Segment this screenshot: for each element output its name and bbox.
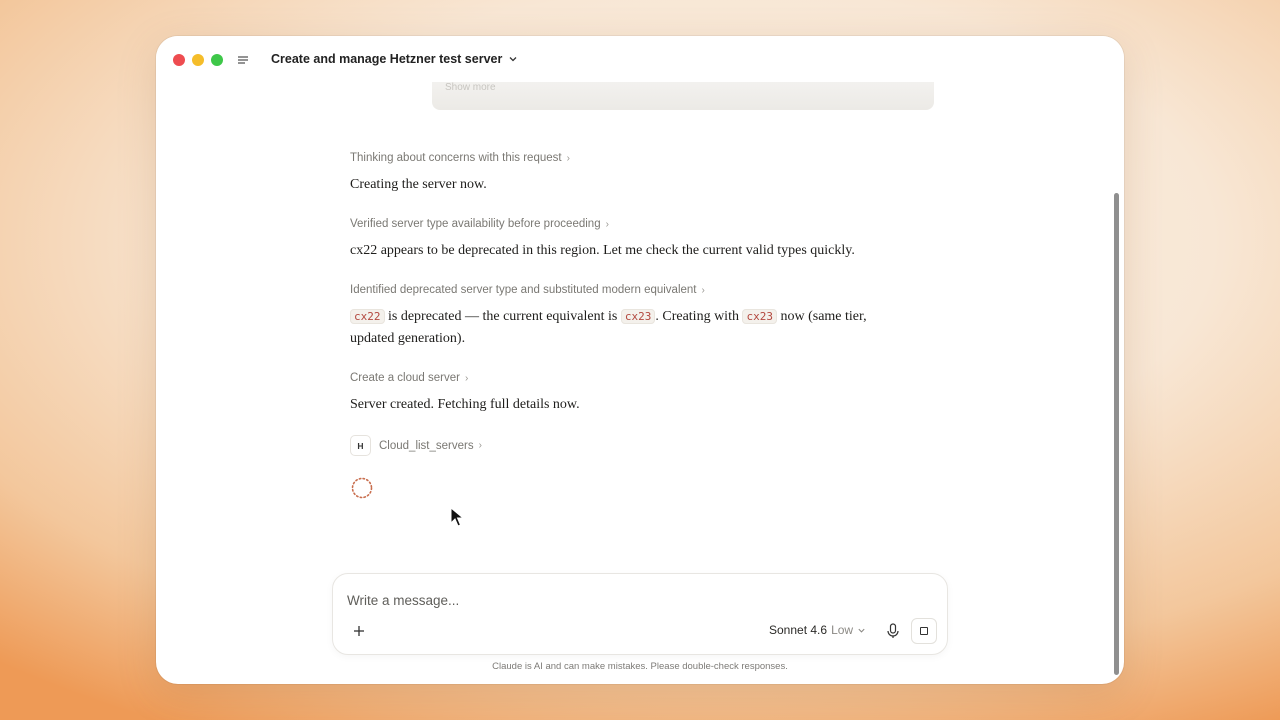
assistant-message-3: cx22 is deprecated — the current equival… [350, 306, 910, 350]
mouse-cursor-icon [450, 507, 464, 527]
thinking-step-2[interactable]: Verified server type availability before… [350, 218, 609, 230]
assistant-message-1: Creating the server now. [350, 177, 487, 192]
inline-code: cx22 [350, 309, 385, 324]
disclaimer-text: Claude is AI and can make mistakes. Plea… [492, 661, 788, 672]
loading-spinner-icon [351, 477, 373, 499]
minimize-window-button[interactable] [192, 54, 204, 66]
stop-icon [920, 627, 928, 635]
thinking-step-1[interactable]: Thinking about concerns with this reques… [350, 152, 570, 164]
tool-badge: H [350, 435, 371, 456]
app-window: Create and manage Hetzner test server Sh… [156, 36, 1124, 684]
inline-code: cx23 [742, 309, 777, 324]
chevron-down-icon [509, 57, 517, 62]
title-bar: Create and manage Hetzner test server [156, 36, 1124, 82]
show-more-link[interactable]: Show more [445, 82, 496, 93]
model-selector[interactable]: Sonnet 4.6 Low [769, 623, 866, 637]
conversation-title-dropdown[interactable]: Create and manage Hetzner test server [271, 52, 518, 66]
inline-code: cx23 [620, 309, 656, 324]
chevron-right-icon: › [566, 152, 570, 164]
chevron-right-icon: › [701, 284, 705, 296]
add-attachment-icon[interactable] [351, 623, 367, 639]
thinking-step-3[interactable]: Identified deprecated server type and su… [350, 284, 705, 296]
sidebar-menu-icon[interactable] [236, 54, 250, 66]
assistant-message-4: Server created. Fetching full details no… [350, 397, 580, 412]
conversation-title: Create and manage Hetzner test server [271, 52, 503, 66]
microphone-icon[interactable] [885, 622, 901, 640]
scrollbar[interactable] [1114, 193, 1119, 675]
chevron-right-icon: › [605, 218, 609, 230]
close-window-button[interactable] [173, 54, 185, 66]
tool-call-list-servers[interactable]: H Cloud_list_servers › [350, 435, 482, 456]
step-label: Verified server type availability before… [350, 218, 601, 230]
effort-level: Low [831, 623, 854, 637]
message-text: is deprecated — the current equivalent i… [384, 309, 621, 324]
message-input[interactable] [347, 590, 847, 610]
message-text: . Creating with [655, 309, 743, 324]
step-label: Create a cloud server [350, 372, 460, 384]
tool-label: Cloud_list_servers [379, 439, 474, 452]
assistant-message-2: cx22 appears to be deprecated in this re… [350, 243, 855, 258]
chevron-right-icon: › [464, 372, 469, 384]
model-name: Sonnet 4.6 [769, 623, 828, 637]
message-composer: Sonnet 4.6 Low [332, 573, 948, 655]
step-label: Thinking about concerns with this reques… [350, 152, 562, 164]
chevron-right-icon: › [478, 440, 482, 451]
stop-generation-button[interactable] [911, 618, 937, 644]
step-label: Identified deprecated server type and su… [350, 284, 697, 296]
tool-step-create-server[interactable]: Create a cloud server › [350, 372, 468, 384]
chevron-down-icon [858, 628, 865, 633]
maximize-window-button[interactable] [211, 54, 223, 66]
